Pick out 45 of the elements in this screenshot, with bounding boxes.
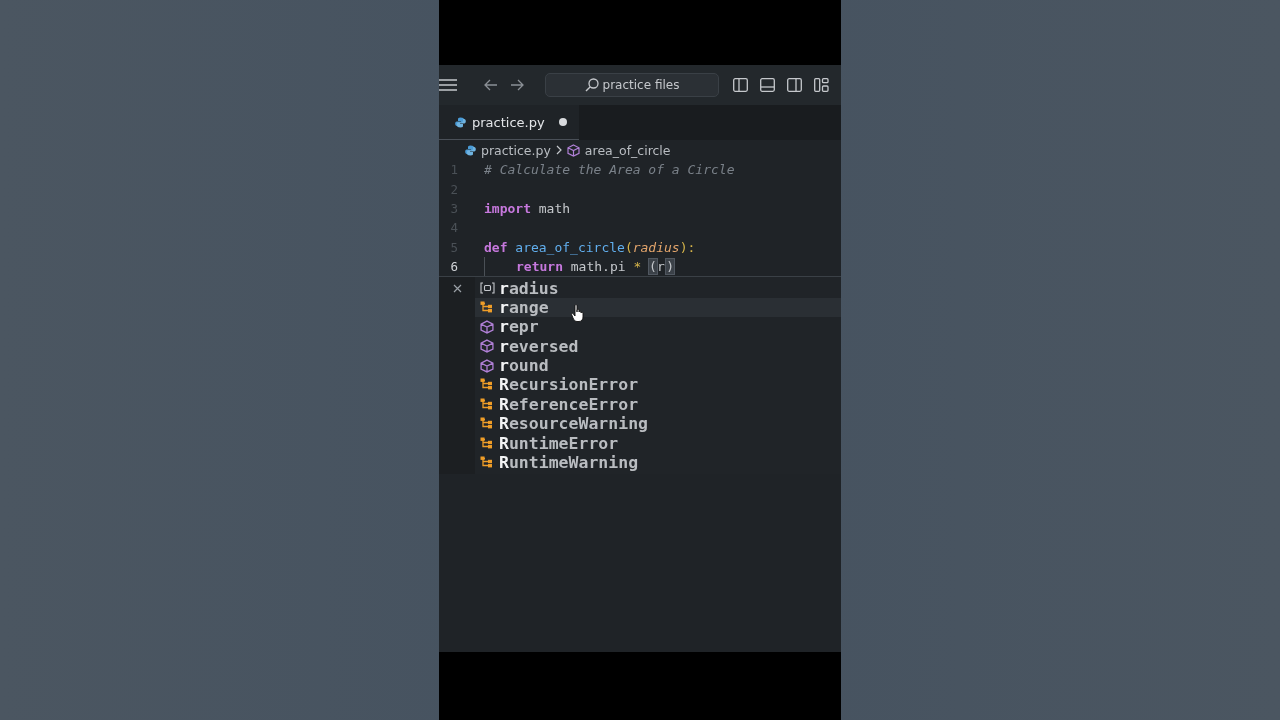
cube-icon xyxy=(480,339,494,354)
class-icon xyxy=(479,378,495,392)
cube-icon xyxy=(480,358,494,373)
line-number: 6 xyxy=(449,259,459,275)
code-line: # Calculate the Area of a Circle xyxy=(484,162,735,178)
chevron-right-icon xyxy=(555,145,562,155)
menu-icon[interactable] xyxy=(439,79,457,91)
suggestion-item[interactable]: range xyxy=(475,297,841,318)
class-icon xyxy=(479,397,495,411)
code-line: return math.pi * (r) xyxy=(516,259,675,275)
file-tab[interactable]: practice.py xyxy=(439,105,579,140)
suggestion-item[interactable]: RuntimeError xyxy=(475,433,841,453)
panel-toggle-icon[interactable] xyxy=(760,78,775,92)
suggestion-item[interactable]: repr xyxy=(475,317,841,337)
suggestion-item[interactable]: ReferenceError xyxy=(475,394,841,415)
class-icon xyxy=(479,417,495,431)
close-icon[interactable] xyxy=(452,284,462,294)
suggestion-item[interactable]: round xyxy=(475,355,841,376)
class-icon xyxy=(479,456,495,470)
suggestion-item[interactable]: RecursionError xyxy=(475,375,841,395)
suggestion-item[interactable]: radius xyxy=(475,278,841,298)
search-field[interactable]: practice files xyxy=(545,73,719,97)
search-icon xyxy=(584,78,599,92)
suggestion-item[interactable]: RuntimeWarning xyxy=(475,452,841,473)
layout-icon[interactable] xyxy=(814,78,829,92)
unsaved-dot-icon xyxy=(558,118,567,126)
class-icon xyxy=(479,436,495,450)
breadcrumb-item[interactable]: practice.py xyxy=(465,142,551,158)
search-text: practice files xyxy=(602,78,680,92)
secondary-sidebar-icon[interactable] xyxy=(787,78,802,92)
class-icon xyxy=(479,300,495,314)
back-arrow-icon[interactable] xyxy=(484,79,498,91)
suggestion-item[interactable]: ResourceWarning xyxy=(475,414,841,434)
variable-icon xyxy=(479,282,495,295)
hand-cursor-icon xyxy=(571,304,584,323)
cube-icon xyxy=(480,319,494,334)
python-file-icon xyxy=(465,144,476,156)
code-line: def area_of_circle(radius): xyxy=(484,239,696,255)
cube-icon xyxy=(566,143,580,157)
breadcrumb-item[interactable]: area_of_circle xyxy=(566,142,671,158)
python-file-icon xyxy=(455,116,466,128)
code-line: import math xyxy=(484,200,571,216)
sidebar-toggle-icon[interactable] xyxy=(733,78,748,92)
suggestion-item[interactable]: reversed xyxy=(475,336,841,356)
forward-arrow-icon[interactable] xyxy=(510,79,524,91)
